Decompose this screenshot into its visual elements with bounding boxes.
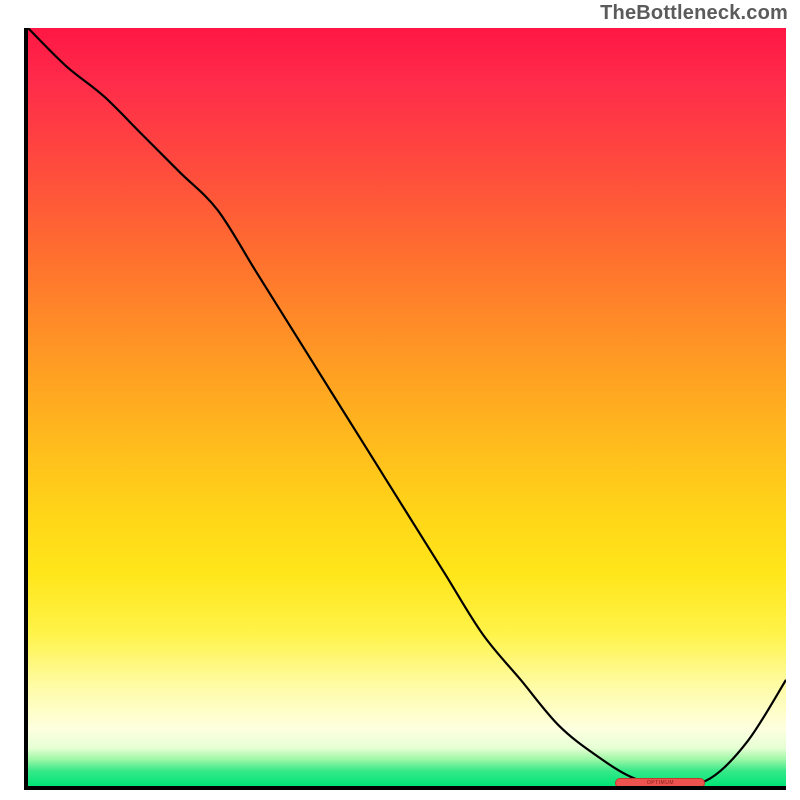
plot-area: OPTIMUM — [24, 28, 786, 790]
bottleneck-curve — [28, 28, 786, 786]
attribution-text: TheBottleneck.com — [600, 2, 788, 25]
optimum-marker: OPTIMUM — [615, 778, 705, 788]
